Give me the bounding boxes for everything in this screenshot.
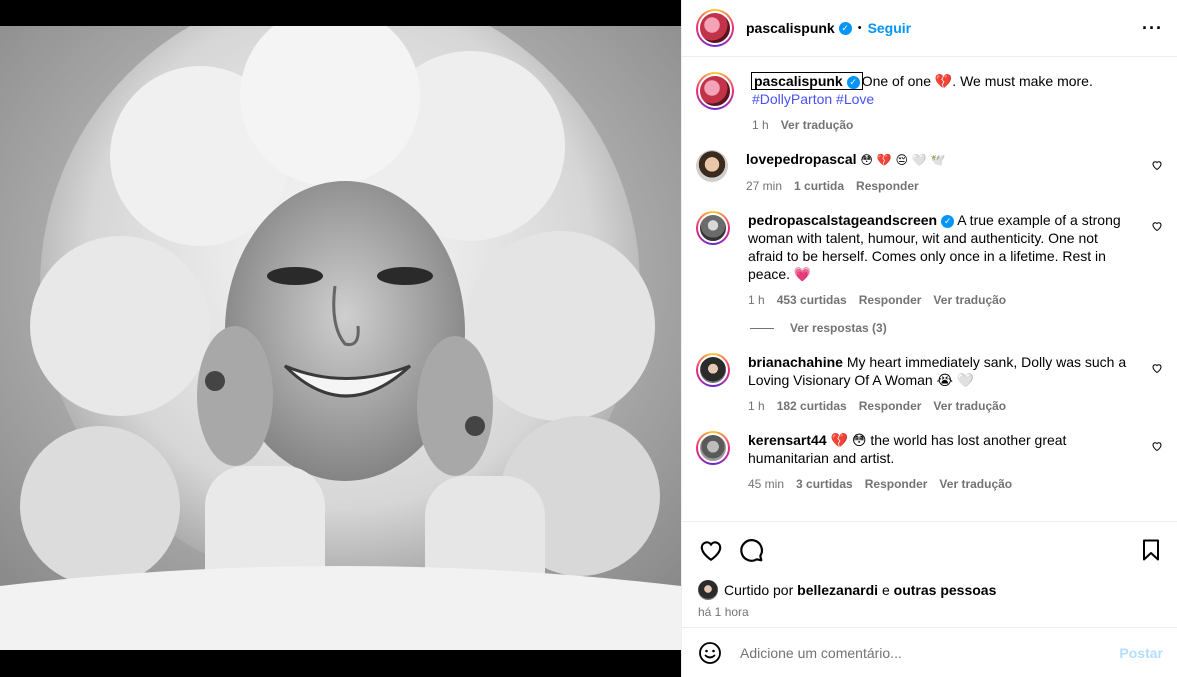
comment-bubble-icon[interactable] [738,537,764,563]
comment-text: 😳 💔 😔 🤍 🕊️ [860,153,946,167]
verified-badge-icon: ✓ [846,75,860,89]
caption-time[interactable]: 1 h [752,116,769,134]
like-heart-icon[interactable] [698,537,724,563]
verified-badge-icon: ✓ [838,21,852,35]
reply-button[interactable]: Responder [865,475,928,493]
comment-likes[interactable]: 182 curtidas [777,397,847,415]
commenter-avatar[interactable] [696,150,728,182]
post-header: pascalispunk ✓ • Seguir ··· [682,0,1177,57]
caption-avatar[interactable] [696,72,734,110]
commenter-avatar[interactable] [696,211,730,245]
comment-composer: Postar [682,627,1177,677]
caption-translate[interactable]: Ver tradução [781,116,854,134]
post-time[interactable]: há 1 hora [698,605,1163,619]
caption-row: pascalispunk ✓ One of one 💔. We must make … [696,72,1177,134]
reply-button[interactable]: Responder [859,291,922,309]
caption-text: One of one 💔. We must make more. [861,73,1093,89]
comment-row: pedropascalstageandscreen ✓ A true exampl… [696,211,1177,309]
post-actions: Curtido por bellezanardi e outras pessoa… [682,521,1177,627]
separator-dot: • [857,22,862,34]
liked-by: Curtido por bellezanardi e outras pessoa… [698,580,1163,600]
commenter-avatar[interactable] [696,431,730,465]
comment-likes[interactable]: 1 curtida [794,177,844,195]
comment-likes[interactable]: 3 curtidas [796,475,853,493]
author-avatar[interactable] [696,9,734,47]
author-username[interactable]: pascalispunk [746,20,835,36]
comment-row: lovepedropascal 😳 💔 😔 🤍 🕊️ 27 min 1 curt… [696,150,1177,195]
verified-badge-icon: ✓ [941,214,955,228]
commenter-avatar[interactable] [696,353,730,387]
liked-by-connector: e [881,582,890,598]
reply-button[interactable]: Responder [859,397,922,415]
more-options-icon[interactable]: ··· [1142,18,1163,39]
post-detail-panel: pascalispunk ✓ • Seguir ··· pascalispunk… [681,0,1177,677]
follow-button[interactable]: Seguir [868,20,912,36]
caption-username[interactable]: pascalispunk ✓ [751,72,863,90]
view-replies-button[interactable]: Ver respostas (3) [750,321,1177,335]
emoji-icon[interactable] [698,641,722,665]
like-comment-heart-icon[interactable] [1151,440,1163,452]
liked-by-user[interactable]: bellezanardi [797,582,878,598]
comment-row: brianachahine My heart immediately sank,… [696,353,1177,415]
liker-avatar[interactable] [698,580,718,600]
liked-by-others[interactable]: outras pessoas [894,582,997,598]
comment-time[interactable]: 1 h [748,397,765,415]
translate-button[interactable]: Ver tradução [939,475,1012,493]
comment-time[interactable]: 27 min [746,177,782,195]
comments-list[interactable]: pascalispunk ✓ One of one 💔. We must make … [682,58,1177,521]
comment-username[interactable]: kerensart44 [748,432,827,448]
reply-button[interactable]: Responder [856,177,919,195]
comment-likes[interactable]: 453 curtidas [777,291,847,309]
comment-row: kerensart44 💔 😳 the world has lost anoth… [696,431,1177,493]
comment-username[interactable]: lovepedropascal [746,151,857,167]
post-photo[interactable] [0,26,681,650]
view-replies-label: Ver respostas (3) [790,321,887,335]
comment-username[interactable]: brianachahine [748,354,843,370]
liked-by-prefix: Curtido por [724,582,794,598]
comment-time[interactable]: 1 h [748,291,765,309]
comment-input[interactable] [740,644,1120,661]
post-comment-button[interactable]: Postar [1119,645,1163,661]
like-comment-heart-icon[interactable] [1151,220,1163,232]
translate-button[interactable]: Ver tradução [933,397,1006,415]
post-media [0,0,681,677]
comment-username[interactable]: pedropascalstageandscreen [748,212,937,228]
caption-hashtags[interactable]: #DollyParton #Love [752,90,1132,108]
translate-button[interactable]: Ver tradução [933,291,1006,309]
replies-divider [750,327,774,329]
like-comment-heart-icon[interactable] [1151,362,1163,374]
bookmark-icon[interactable] [1139,537,1163,563]
comment-time[interactable]: 45 min [748,475,784,493]
like-comment-heart-icon[interactable] [1151,159,1163,171]
